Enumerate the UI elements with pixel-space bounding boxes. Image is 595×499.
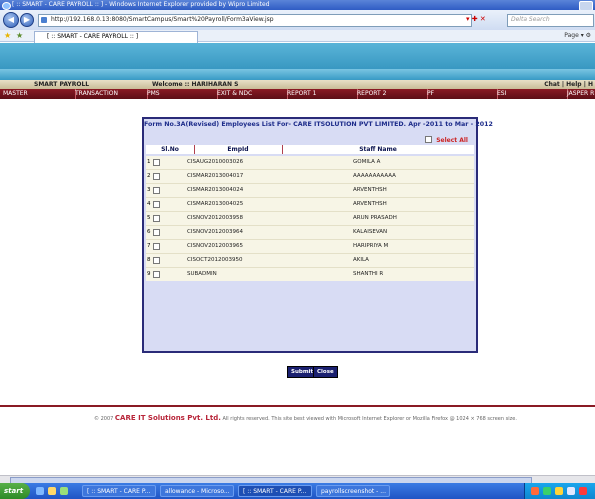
row-checkbox[interactable] [153, 187, 160, 194]
quicklaunch-icon[interactable] [60, 487, 68, 495]
tray-icon[interactable] [567, 487, 575, 495]
menu-transaction[interactable]: TRANSACTION [72, 89, 148, 99]
row-empid: CISAUG2010003026 [187, 159, 244, 165]
column-header-staff-name: Staff Name [359, 146, 397, 153]
form-title: Form No.3A(Revised) Employees List For- … [144, 121, 493, 128]
add-favorites-icon[interactable]: ★ [16, 32, 23, 40]
row-checkbox[interactable] [153, 243, 160, 250]
menu-pms[interactable]: PMS [144, 89, 218, 99]
column-header-empid: EmpId [194, 145, 283, 154]
form-panel: Form No.3A(Revised) Employees List For- … [142, 117, 493, 353]
main-menu: MASTER TRANSACTION PMS EXIT & NDC REPORT… [0, 89, 595, 99]
menu-esi[interactable]: ESI [494, 89, 568, 99]
menu-report-2[interactable]: REPORT 2 [354, 89, 428, 99]
row-staff-name: HARIPRIYA M [353, 243, 389, 249]
banner-stripe [0, 69, 595, 80]
address-bar: ◀ ▶ http://192.168.0.13:8080/SmartCampus… [0, 10, 595, 30]
employee-table: 1 CISAUG2010003026 GOMILA A 2 CISMAR2013… [146, 156, 474, 281]
table-row: 2 CISMAR2013004017 AAAAAAAAAAA [146, 169, 474, 183]
row-empid: CISNOV2012003958 [187, 215, 244, 221]
task-allowance[interactable]: allowance - Microso... [160, 485, 234, 497]
table-row: 5 CISNOV2012003958 ARUN PRASADH [146, 211, 474, 225]
task-payrollscreenshot[interactable]: payrollscreenshot - ... [316, 485, 390, 497]
row-staff-name: ARVENTHSH [353, 201, 387, 207]
header-strip: SMART PAYROLL Welcome :: HARIHARAN S Cha… [0, 80, 595, 89]
start-button[interactable]: start [0, 483, 30, 499]
row-checkbox[interactable] [153, 229, 160, 236]
window-title: [ :: SMART - CARE PAYROLL :: ] - Windows… [12, 1, 270, 8]
row-empid: CISNOV2012003965 [187, 243, 244, 249]
window-title-bar: [ :: SMART - CARE PAYROLL :: ] - Windows… [0, 0, 595, 11]
row-checkbox[interactable] [153, 215, 160, 222]
table-row: 9 SUBADMIN SHANTHI R [146, 267, 474, 281]
menu-pf[interactable]: PF [424, 89, 498, 99]
footer-company[interactable]: CARE IT Solutions Pvt. Ltd. [115, 414, 221, 422]
row-empid: CISMAR2013004024 [187, 187, 244, 193]
row-staff-name: AAAAAAAAAAA [353, 173, 396, 179]
table-row: 8 CISOCT2012003950 AKILA [146, 253, 474, 267]
app-banner [0, 43, 595, 80]
row-staff-name: GOMILA A [353, 159, 381, 165]
ie-logo-icon [2, 2, 11, 10]
back-button[interactable]: ◀ [3, 12, 19, 28]
row-staff-name: KALAISEVAN [353, 229, 388, 235]
header-links[interactable]: Chat | Help | H [544, 80, 593, 89]
search-input[interactable]: Delta Search [507, 14, 594, 27]
page-footer: © 2007 CARE IT Solutions Pvt. Ltd. All r… [0, 405, 595, 435]
forward-button[interactable]: ▶ [20, 13, 34, 27]
welcome-text: Welcome :: HARIHARAN S [152, 81, 239, 88]
row-staff-name: ARUN PRASADH [353, 215, 397, 221]
footer-text: © 2007 CARE IT Solutions Pvt. Ltd. All r… [94, 413, 517, 424]
tab-bar: ★ ★ [ :: SMART - CARE PAYROLL :: ] Page … [0, 30, 595, 43]
menu-report-1[interactable]: REPORT 1 [284, 89, 358, 99]
quicklaunch-icon[interactable] [36, 487, 44, 495]
row-staff-name: AKILA [353, 257, 369, 263]
task-smart-payroll-1[interactable]: [ :: SMART - CARE P... [82, 485, 156, 497]
row-empid: CISMAR2013004017 [187, 173, 244, 179]
form-actions: Submit Close [287, 366, 347, 378]
tab-tools[interactable]: Page ▾ ⚙ [564, 31, 591, 41]
row-checkbox[interactable] [153, 173, 160, 180]
favorites-star-icon[interactable]: ★ [4, 32, 11, 40]
refresh-stop-controls[interactable]: ▾ ✚ ✕ [466, 14, 500, 25]
row-empid: SUBADMIN [187, 271, 217, 277]
quicklaunch-icon[interactable] [48, 487, 56, 495]
tab-smart-payroll[interactable]: [ :: SMART - CARE PAYROLL :: ] [34, 31, 198, 43]
column-header-slno: Sl.No [146, 145, 195, 154]
row-staff-name: ARVENTHSH [353, 187, 387, 193]
table-row: 3 CISMAR2013004024 ARVENTHSH [146, 183, 474, 197]
row-checkbox[interactable] [153, 257, 160, 264]
menu-master[interactable]: MASTER [0, 89, 76, 99]
row-empid: CISOCT2012003950 [187, 257, 243, 263]
row-checkbox[interactable] [153, 159, 160, 166]
select-all-checkbox[interactable] [425, 136, 433, 143]
row-checkbox[interactable] [153, 271, 160, 278]
row-staff-name: SHANTHI R [353, 271, 384, 277]
table-header: Sl.No EmpId Staff Name [146, 145, 474, 154]
system-tray [524, 483, 595, 499]
table-row: 6 CISNOV2012003964 KALAISEVAN [146, 225, 474, 239]
menu-exit-ndc[interactable]: EXIT & NDC [214, 89, 288, 99]
page-icon [41, 17, 47, 23]
tray-icon[interactable] [579, 487, 587, 495]
close-button[interactable]: Close [313, 366, 338, 378]
menu-jasper[interactable]: JASPER R [564, 89, 595, 99]
app-name: SMART PAYROLL [34, 81, 90, 88]
task-smart-payroll-2[interactable]: [ :: SMART - CARE P... [238, 485, 312, 497]
table-row: 4 CISMAR2013004025 ARVENTHSH [146, 197, 474, 211]
table-row: 7 CISNOV2012003965 HARIPRIYA M [146, 239, 474, 253]
select-all[interactable]: Select All [425, 136, 468, 144]
taskbar: start [ :: SMART - CARE P... allowance -… [0, 483, 595, 499]
row-empid: CISNOV2012003964 [187, 229, 244, 235]
row-empid: CISMAR2013004025 [187, 201, 244, 207]
tray-icon[interactable] [531, 487, 539, 495]
footer-notice: All rights reserved. This site best view… [222, 416, 517, 422]
tray-icon[interactable] [543, 487, 551, 495]
table-row: 1 CISAUG2010003026 GOMILA A [146, 156, 474, 169]
horizontal-scrollbar[interactable] [0, 475, 595, 485]
footer-copyright: © 2007 [94, 416, 114, 422]
tray-icon[interactable] [555, 487, 563, 495]
row-checkbox[interactable] [153, 201, 160, 208]
url-field[interactable]: http://192.168.0.13:8080/SmartCampus/Sma… [38, 14, 472, 27]
